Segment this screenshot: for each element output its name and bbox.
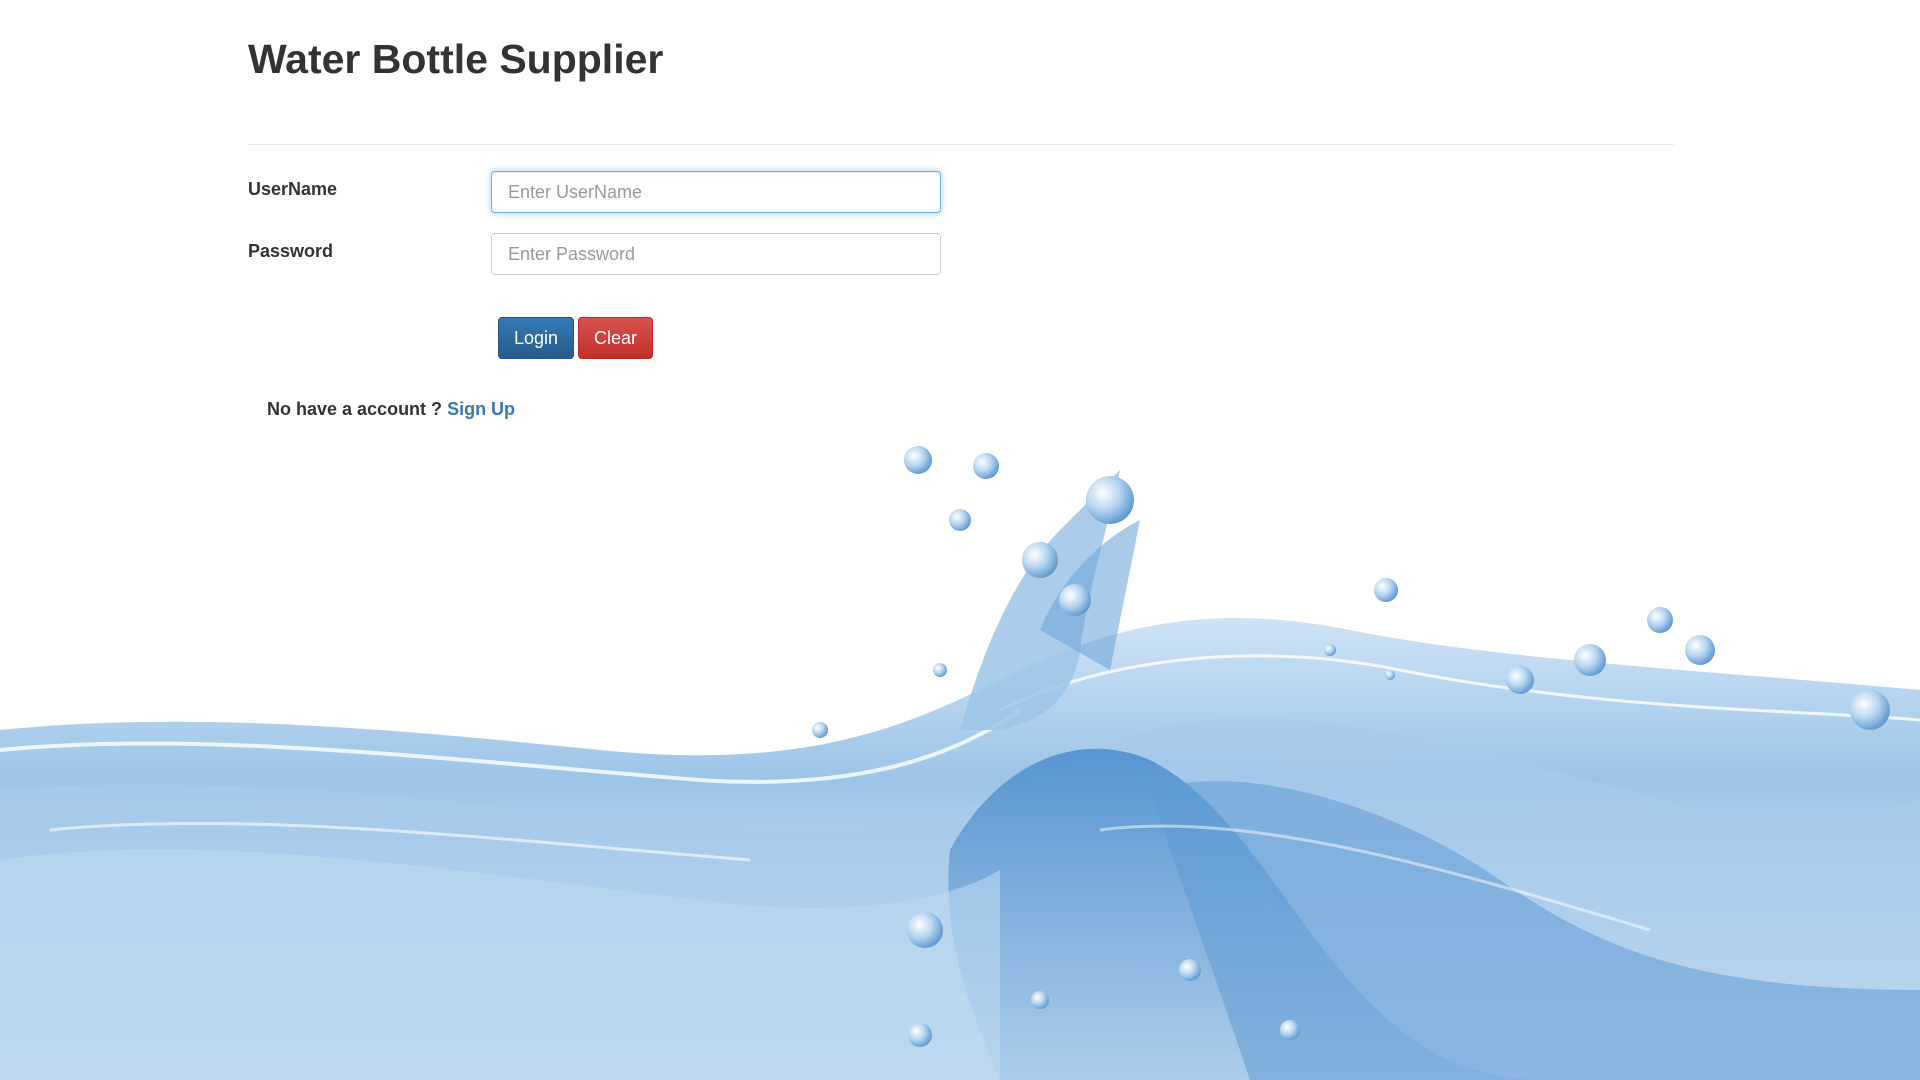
login-button[interactable]: Login	[498, 317, 575, 359]
password-row: Password	[248, 233, 1674, 295]
signup-link[interactable]: Sign Up	[447, 399, 515, 419]
signup-prompt-text: No have a account ?	[267, 399, 443, 419]
username-input[interactable]	[491, 171, 941, 213]
login-page: Water Bottle Supplier UserName Password …	[0, 0, 1920, 1080]
password-input[interactable]	[491, 233, 941, 275]
signup-prompt: No have a account ? Sign Up	[267, 399, 1674, 420]
button-row: Login Clear	[248, 317, 1674, 361]
divider	[248, 144, 1674, 145]
page-title: Water Bottle Supplier	[248, 36, 664, 82]
main-content: Water Bottle Supplier UserName Password …	[248, 0, 1674, 420]
username-row: UserName	[248, 171, 1674, 233]
password-label: Password	[248, 241, 334, 261]
clear-button[interactable]: Clear	[578, 317, 654, 359]
water-splash-image	[0, 446, 1920, 1080]
username-label: UserName	[248, 179, 338, 199]
